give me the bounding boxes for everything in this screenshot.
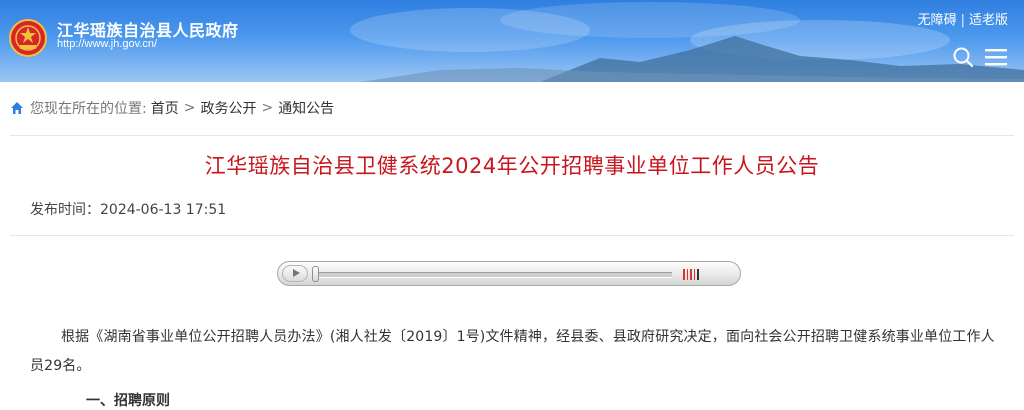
elder-mode-link[interactable]: 适老版 — [969, 13, 1008, 28]
section-heading: 一、招聘原则 — [86, 393, 170, 409]
breadcrumb-separator: > — [183, 100, 196, 116]
emblem-icon — [9, 19, 47, 57]
publish-time: 2024-06-13 17:51 — [100, 202, 227, 218]
publish-label: 发布时间： — [30, 202, 100, 218]
menu-icon[interactable] — [984, 47, 1008, 67]
site-header: 江华瑶族自治县人民政府 http://www.jh.gov.cn/ 无障碍 | 适老… — [0, 0, 1024, 82]
article-title: 江华瑶族自治县卫健系统2024年公开招聘事业单位工作人员公告 — [204, 154, 820, 178]
publish-info: 发布时间：2024-06-13 17:51 — [30, 199, 226, 219]
breadcrumb-notices[interactable]: 通知公告 — [278, 98, 334, 118]
divider — [10, 235, 1014, 236]
article-paragraph: 根据《湖南省事业单位公开招聘人员办法》(湘人社发〔2019〕1号)文件精神，经县… — [30, 329, 995, 374]
divider — [10, 135, 1014, 136]
header-actions — [952, 46, 1008, 68]
breadcrumb-home[interactable]: 首页 — [151, 98, 179, 118]
volume-control[interactable] — [683, 269, 711, 280]
search-icon[interactable] — [952, 46, 974, 68]
progress-thumb[interactable] — [312, 266, 319, 282]
progress-track[interactable] — [316, 272, 672, 278]
play-button[interactable] — [282, 265, 308, 282]
link-separator: | — [960, 13, 965, 28]
breadcrumb-prefix: 您现在所在的位置: — [30, 101, 147, 117]
audio-player — [277, 261, 741, 286]
breadcrumb-separator: > — [261, 100, 274, 116]
home-icon — [11, 102, 23, 114]
accessibility-links: 无障碍 | 适老版 — [918, 9, 1008, 28]
accessibility-link[interactable]: 无障碍 — [918, 13, 957, 28]
breadcrumb: 您现在所在的位置: 首页 > 政务公开 > 通知公告 — [10, 98, 334, 118]
site-url: http://www.jh.gov.cn/ — [57, 38, 158, 50]
breadcrumb-government-affairs[interactable]: 政务公开 — [200, 98, 256, 118]
